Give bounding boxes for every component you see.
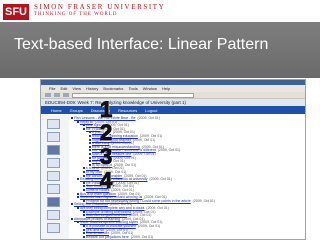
tool-icon[interactable] (47, 171, 60, 181)
nav-tab-groups[interactable]: Groups (70, 108, 83, 113)
thread-date: (2009, Oct 01) (132, 137, 156, 142)
overlay-number-1: 1 (99, 97, 113, 122)
thread-date: (2009, Oct 01) (137, 224, 161, 228)
overlay-number-4: 4 (99, 168, 113, 193)
overlay-number-2: 2 (99, 120, 113, 145)
browser-menubar: File Edit View History Bookmarks Tools W… (41, 85, 305, 92)
menu-bookmarks[interactable]: Bookmarks (103, 86, 123, 91)
menu-tools[interactable]: Tools (128, 86, 137, 91)
thread-date: (2009, Oct 01) (137, 116, 160, 120)
tool-icon[interactable] (47, 210, 60, 220)
bullet-icon (71, 217, 73, 220)
thread-row: Beware our prejudices here (2009, Oct 01) (83, 235, 153, 239)
menu-edit[interactable]: Edit (60, 86, 67, 91)
thread-date: (2009, Oct 01) (157, 148, 181, 153)
back-icon[interactable] (45, 93, 51, 97)
nav-tab-logout[interactable]: Logout (145, 108, 157, 113)
tool-icon[interactable] (47, 223, 60, 233)
forward-icon[interactable] (54, 93, 60, 97)
menu-file[interactable]: File (49, 86, 55, 91)
bullet-icon (77, 207, 79, 210)
bullet-icon (71, 203, 73, 206)
bullet-icon (77, 178, 79, 181)
nav-tab-home[interactable]: Home (51, 108, 62, 113)
menu-history[interactable]: History (86, 86, 98, 91)
tool-icon[interactable] (47, 158, 60, 168)
university-name: SIMON FRASER UNIVERSITY (34, 3, 166, 11)
university-header: SFU SIMON FRASER UNIVERSITY THINKING OF … (0, 0, 320, 22)
address-bar[interactable] (72, 92, 194, 98)
thread-date: (2009, Oct 01) (192, 198, 216, 203)
app-title: EDUC894-D09: Week 7: Re-analyzing knowle… (41, 99, 305, 106)
thread-date: (2009, Oct 01) (149, 177, 172, 182)
thread-date: (2009, Oct 01) (133, 152, 156, 156)
tool-icon[interactable] (47, 197, 60, 207)
tool-icon[interactable] (47, 119, 60, 129)
menu-window[interactable]: Window (143, 86, 157, 91)
bullet-icon (71, 117, 73, 120)
nav-tab-resources[interactable]: Resources (118, 108, 137, 113)
browser-window: File Edit View History Bookmarks Tools W… (40, 79, 306, 240)
bullet-icon (77, 196, 79, 199)
tool-sidebar (41, 115, 69, 239)
bullet-icon (77, 120, 79, 123)
tool-icon[interactable] (47, 132, 60, 142)
sfu-logo: SFU (3, 4, 29, 20)
thread-date: (2009, Oct 01) (130, 234, 154, 239)
browser-toolbar (41, 92, 305, 99)
search-icon[interactable] (47, 145, 60, 155)
menu-view[interactable]: View (72, 86, 81, 91)
bullet-icon (77, 221, 79, 224)
reload-icon[interactable] (63, 93, 69, 97)
overlay-number-3: 3 (99, 144, 113, 169)
bullet-icon (83, 235, 85, 238)
app-nav: Home Groups Discussion Resources Logout (41, 106, 305, 114)
tool-icon[interactable] (47, 184, 60, 194)
menu-help[interactable]: Help (162, 86, 170, 91)
bullet-icon (83, 127, 85, 130)
thread-link[interactable]: Beware our prejudices here (86, 235, 129, 239)
university-tagline: THINKING OF THE WORLD (34, 12, 118, 17)
slide-title: Text-based Interface: Linear Pattern (14, 36, 269, 53)
